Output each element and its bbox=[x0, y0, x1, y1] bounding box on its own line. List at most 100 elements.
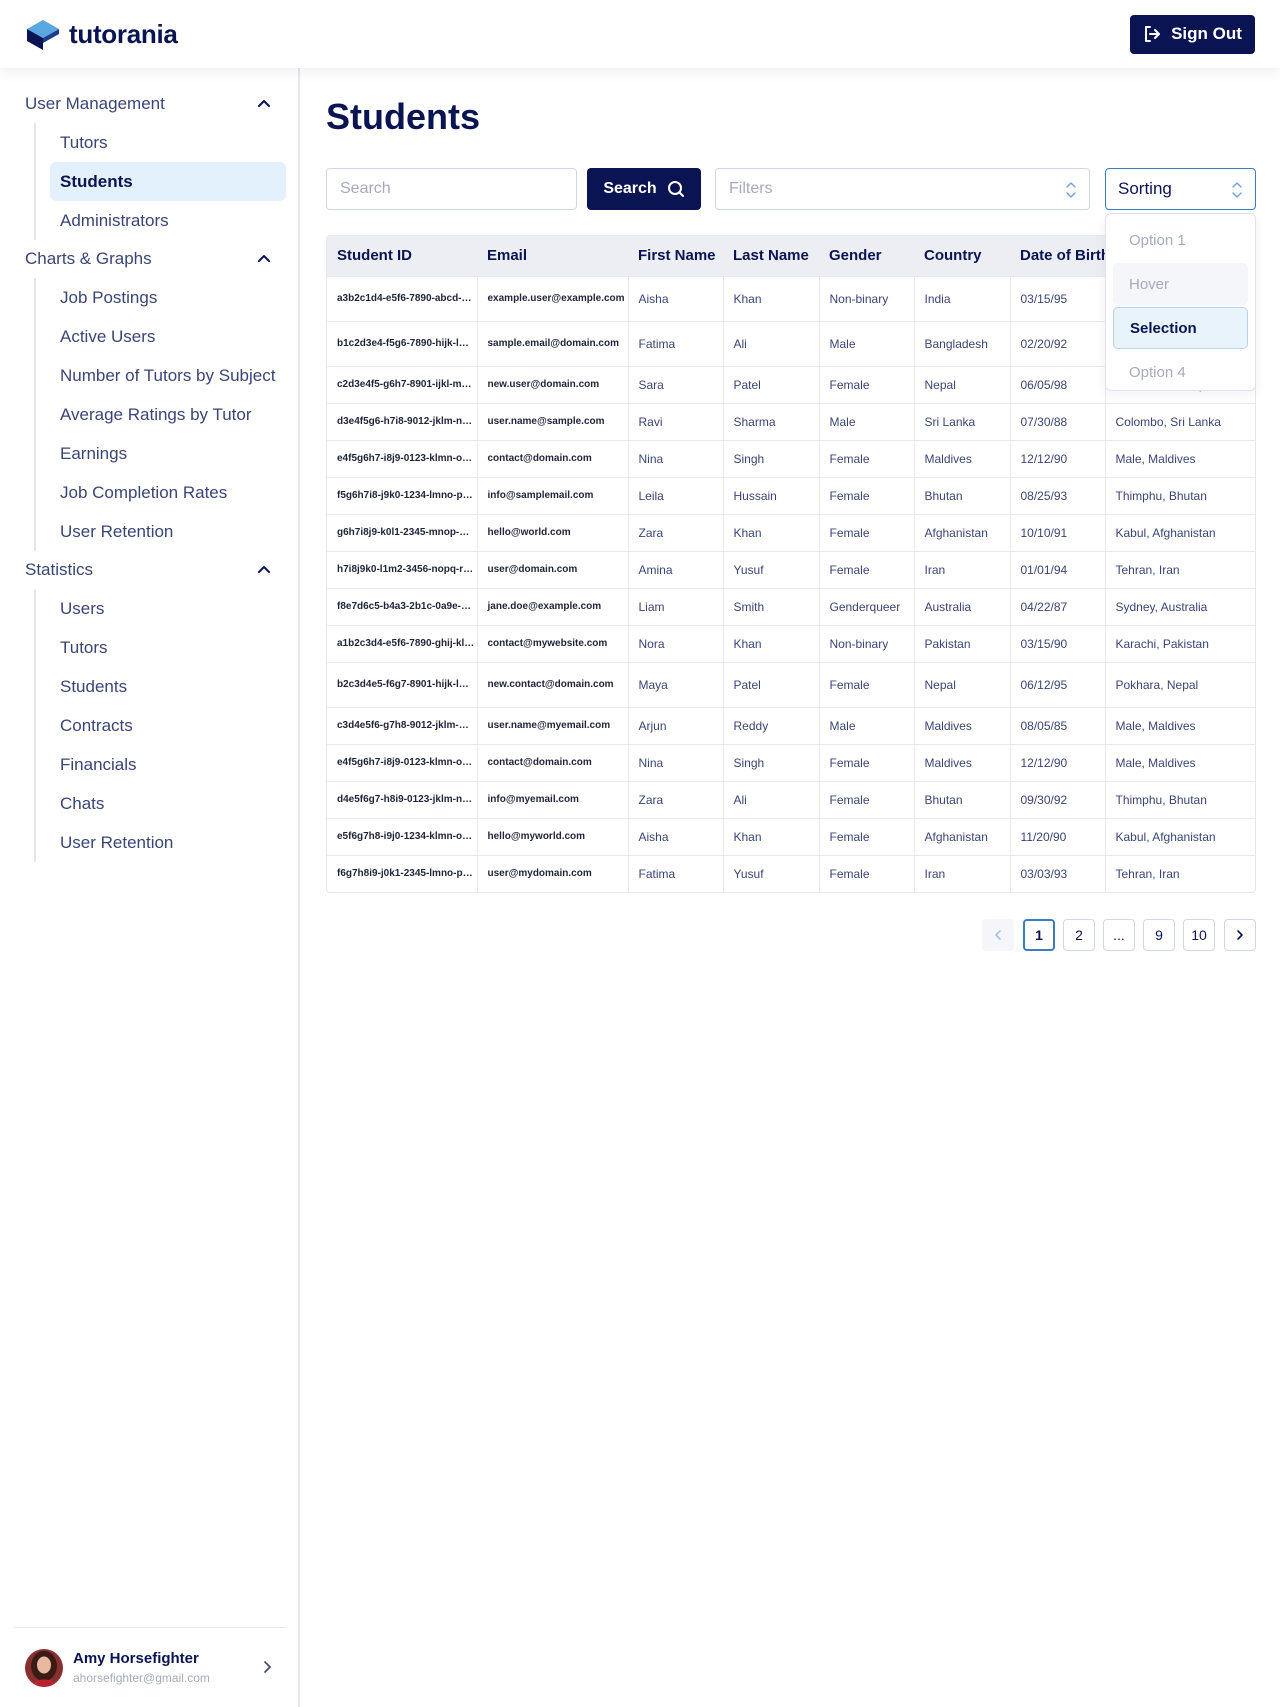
table-cell: Sharma bbox=[722, 402, 819, 440]
table-cell: Male bbox=[818, 320, 914, 366]
sorting-option[interactable]: Option 1 bbox=[1113, 219, 1248, 261]
table-cell: Yusuf bbox=[722, 854, 819, 892]
table-row[interactable]: h7i8j9k0-l1m2-3456-nopq-rstuvwxyz01user@… bbox=[327, 550, 1255, 588]
sorting-option[interactable]: Option 4 bbox=[1113, 351, 1248, 393]
search-button[interactable]: Search bbox=[587, 168, 701, 210]
table-cell: user@domain.com bbox=[476, 550, 628, 588]
page-button-2[interactable]: 2 bbox=[1063, 919, 1095, 951]
table-cell: Reddy bbox=[722, 706, 819, 744]
controls-bar: Search Filters Sorting bbox=[326, 168, 1256, 210]
sorting-label: Sorting bbox=[1118, 179, 1172, 198]
table-cell: Fatima bbox=[627, 854, 723, 892]
table-cell: Khan bbox=[722, 624, 819, 662]
column-header[interactable]: Date of Birth bbox=[1010, 236, 1105, 276]
table-cell: f6g7h8i9-j0k1-2345-lmno-pqrstuvwxyz bbox=[327, 854, 477, 892]
table-cell: new.contact@domain.com bbox=[476, 661, 628, 707]
table-row[interactable]: e5f6g7h8-i9j0-1234-klmn-opqrstuvwxyhello… bbox=[327, 817, 1255, 855]
nav-group-header[interactable]: Charts & Graphs bbox=[0, 240, 298, 278]
table-cell: user.name@myemail.com bbox=[476, 706, 628, 744]
sidebar-item-students[interactable]: Students bbox=[50, 162, 286, 201]
sorting-option-selected[interactable]: Selection bbox=[1113, 307, 1248, 349]
column-header[interactable]: First Name bbox=[628, 236, 723, 276]
table-cell: Sara bbox=[627, 365, 723, 403]
sidebar-item-job-postings[interactable]: Job Postings bbox=[50, 278, 286, 317]
table-cell: example.user@example.com bbox=[476, 275, 628, 321]
table-row[interactable]: d3e4f5g6-h7i8-9012-jklm-nopqrstuvwxuser.… bbox=[327, 402, 1255, 440]
column-header[interactable]: Last Name bbox=[723, 236, 819, 276]
nav-group-label: Statistics bbox=[25, 560, 94, 579]
table-cell: Afghanistan bbox=[913, 817, 1010, 855]
table-cell: jane.doe@example.com bbox=[476, 587, 628, 625]
prev-page-button[interactable] bbox=[982, 919, 1014, 951]
table-row[interactable]: e4f5g6h7-i8j9-0123-klmn-opqrstuvwxyconta… bbox=[327, 439, 1255, 477]
table-row[interactable]: b2c3d4e5-f6g7-8901-hijk-lmnopqrstuvnew.c… bbox=[327, 661, 1255, 707]
table-cell: d3e4f5g6-h7i8-9012-jklm-nopqrstuvwx bbox=[327, 402, 477, 440]
page-ellipsis[interactable]: ... bbox=[1103, 919, 1135, 951]
table-row[interactable]: c3d4e5f6-g7h8-9012-jklm-nopqrstuvwxuser.… bbox=[327, 706, 1255, 744]
table-row[interactable]: f6g7h8i9-j0k1-2345-lmno-pqrstuvwxyzuser@… bbox=[327, 854, 1255, 892]
sidebar-item-user-retention[interactable]: User Retention bbox=[50, 512, 286, 551]
sidebar-item-job-completion-rates[interactable]: Job Completion Rates bbox=[50, 473, 286, 512]
table-row[interactable]: g6h7i8j9-k0l1-2345-mnop-qrstuvwxyz0hello… bbox=[327, 513, 1255, 551]
table-cell: Female bbox=[818, 439, 914, 477]
sign-out-button[interactable]: Sign Out bbox=[1130, 14, 1255, 54]
page-title: Students bbox=[326, 96, 481, 137]
sidebar-item-tutors[interactable]: Tutors bbox=[50, 123, 286, 162]
user-card[interactable]: Amy Horsefighter ahorsefighter@gmail.com bbox=[14, 1627, 286, 1707]
table-row[interactable]: a1b2c3d4-e5f6-7890-ghij-klmnopqrstuconta… bbox=[327, 624, 1255, 662]
pagination: 1 2 ... 9 10 bbox=[326, 919, 1256, 951]
table-cell: 09/30/92 bbox=[1009, 780, 1105, 818]
table-cell: Patel bbox=[722, 365, 819, 403]
sidebar: User Management Tutors Students Administrat… bbox=[0, 68, 300, 1707]
table-cell: Male, Maldives bbox=[1104, 706, 1255, 744]
sidebar-item-students[interactable]: Students bbox=[50, 667, 286, 706]
search-input[interactable] bbox=[326, 168, 577, 210]
chevron-left-icon bbox=[995, 930, 1001, 940]
filters-select[interactable]: Filters bbox=[715, 168, 1090, 210]
table-cell: Fatima bbox=[627, 320, 723, 366]
nav-group-label: User Management bbox=[25, 94, 165, 113]
sidebar-item-users[interactable]: Users bbox=[50, 589, 286, 628]
column-header[interactable]: Gender bbox=[819, 236, 914, 276]
table-cell: Zara bbox=[627, 780, 723, 818]
table-cell: contact@mywebsite.com bbox=[476, 624, 628, 662]
table-cell: Nina bbox=[627, 439, 723, 477]
sidebar-item-contracts[interactable]: Contracts bbox=[50, 706, 286, 745]
table-cell: b1c2d3e4-f5g6-7890-hijk-lmnopqrstuv bbox=[327, 320, 477, 366]
nav-group-header[interactable]: User Management bbox=[0, 85, 298, 123]
table-row[interactable]: d4e5f6g7-h8i9-0123-jklm-nopqrstuvwxinfo@… bbox=[327, 780, 1255, 818]
sidebar-item-average-ratings-by-tutor[interactable]: Average Ratings by Tutor bbox=[50, 395, 286, 434]
table-cell: d4e5f6g7-h8i9-0123-jklm-nopqrstuvwx bbox=[327, 780, 477, 818]
table-cell: info@samplemail.com bbox=[476, 476, 628, 514]
updown-chevrons-icon bbox=[1232, 182, 1242, 198]
column-header[interactable]: Country bbox=[914, 236, 1010, 276]
sidebar-item-number-of-tutors-by-subject[interactable]: Number of Tutors by Subject bbox=[50, 356, 286, 395]
column-header[interactable]: Email bbox=[477, 236, 628, 276]
nav-group: User Management Tutors Students Administrat… bbox=[0, 85, 298, 240]
page-button-10[interactable]: 10 bbox=[1183, 919, 1215, 951]
sidebar-item-active-users[interactable]: Active Users bbox=[50, 317, 286, 356]
sorting-option[interactable]: Hover bbox=[1113, 263, 1248, 305]
page-button-1[interactable]: 1 bbox=[1023, 919, 1055, 951]
table-cell: Sri Lanka bbox=[913, 402, 1010, 440]
sidebar-item-administrators[interactable]: Administrators bbox=[50, 201, 286, 240]
table-cell: Amina bbox=[627, 550, 723, 588]
column-header[interactable]: Student ID bbox=[327, 236, 477, 276]
table-cell: contact@domain.com bbox=[476, 439, 628, 477]
table-row[interactable]: f8e7d6c5-b4a3-2b1c-0a9e-8d7c6b5a4f3ejane… bbox=[327, 587, 1255, 625]
sidebar-item-earnings[interactable]: Earnings bbox=[50, 434, 286, 473]
sorting-select[interactable]: Sorting bbox=[1105, 168, 1256, 210]
sorting-dropdown: Option 1 Hover Selection Option 4 bbox=[1105, 213, 1256, 391]
page-button-9[interactable]: 9 bbox=[1143, 919, 1175, 951]
table-row[interactable]: e4f5g6h7-i8j9-0123-klmn-opqrstuvwxyconta… bbox=[327, 743, 1255, 781]
sidebar-item-financials[interactable]: Financials bbox=[50, 745, 286, 784]
sidebar-item-tutors[interactable]: Tutors bbox=[50, 628, 286, 667]
next-page-button[interactable] bbox=[1224, 919, 1256, 951]
table-cell: Sydney, Australia bbox=[1104, 587, 1255, 625]
nav-group-header[interactable]: Statistics bbox=[0, 551, 298, 589]
logo[interactable]: tutorania bbox=[25, 17, 178, 51]
table-row[interactable]: f5g6h7i8-j9k0-1234-lmno-pqrstuvwxyzinfo@… bbox=[327, 476, 1255, 514]
sidebar-item-user-retention[interactable]: User Retention bbox=[50, 823, 286, 862]
sidebar-item-chats[interactable]: Chats bbox=[50, 784, 286, 823]
table-cell: Male, Maldives bbox=[1104, 439, 1255, 477]
